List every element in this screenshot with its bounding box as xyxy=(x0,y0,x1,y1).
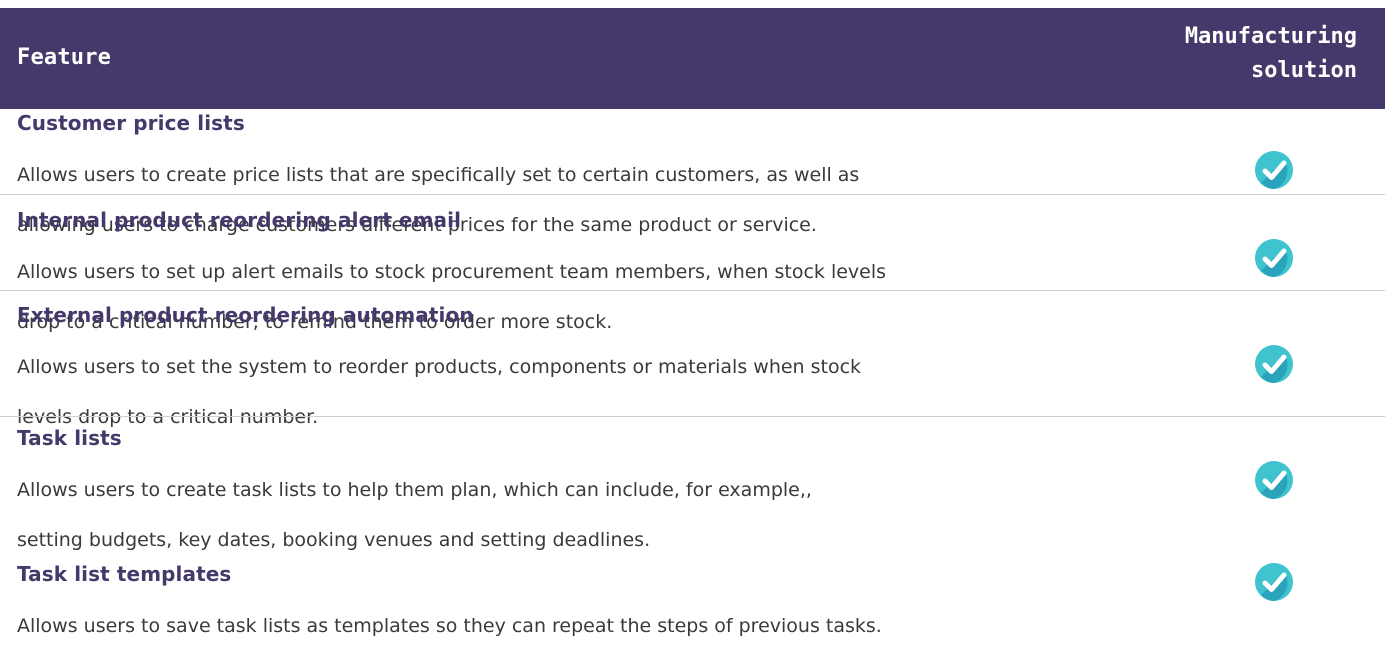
feature-column-header: Feature xyxy=(17,45,112,70)
feature-title: Internal product reordering alert email xyxy=(17,208,462,232)
feature-description: Allows users to set the system to reorde… xyxy=(17,330,1097,455)
check-circle-icon xyxy=(1255,151,1293,189)
feature-title: Task list templates xyxy=(17,562,232,586)
solution-column-header: Manufacturing solution xyxy=(1097,20,1357,88)
check-circle-icon xyxy=(1255,461,1293,499)
solution-header-line2: solution xyxy=(1251,58,1357,83)
feature-description: Allows users to save task lists as templ… xyxy=(17,589,1097,664)
row-divider xyxy=(0,290,1385,291)
solution-header-line1: Manufacturing xyxy=(1184,24,1357,49)
feature-description-line: levels drop to a critical number. xyxy=(17,406,319,428)
check-circle-icon xyxy=(1255,345,1293,383)
table-header: Feature Manufacturing solution xyxy=(0,8,1385,109)
feature-description-line: Allows users to set up alert emails to s… xyxy=(17,261,887,283)
check-circle-icon xyxy=(1255,239,1293,277)
feature-description-line: Allows users to save task lists as templ… xyxy=(17,615,882,637)
row-divider xyxy=(0,416,1385,417)
feature-description-line: Allows users to create task lists to hel… xyxy=(17,479,812,501)
feature-title: External product reordering automation xyxy=(17,303,474,327)
feature-description-line: Allows users to set the system to reorde… xyxy=(17,356,862,378)
feature-description-line: Allows users to create price lists that … xyxy=(17,164,860,186)
row-divider xyxy=(0,194,1385,195)
feature-description-line: setting budgets, key dates, booking venu… xyxy=(17,529,651,551)
feature-description: Allows users to create task lists to hel… xyxy=(17,453,1097,578)
check-circle-icon xyxy=(1255,563,1293,601)
feature-title: Task lists xyxy=(17,426,122,450)
feature-title: Customer price lists xyxy=(17,111,245,135)
